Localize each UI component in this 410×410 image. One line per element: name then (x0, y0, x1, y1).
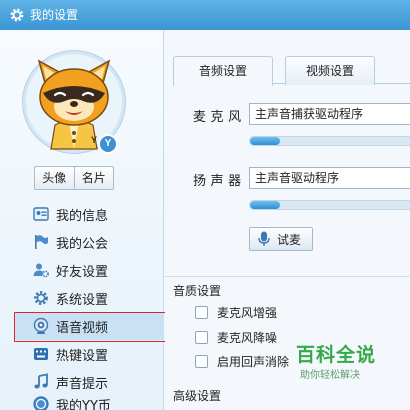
advanced-settings-title: 高级设置 (173, 389, 222, 403)
coin-icon (33, 396, 49, 410)
speaker-device-select[interactable]: 主声音驱动程序 (249, 167, 410, 189)
title-bar: 我的设置 (0, 0, 410, 30)
speaker-level-fill (250, 201, 281, 209)
microphone-level-meter (249, 136, 410, 146)
sidebar-item-my-info[interactable]: 我的信息 (14, 200, 164, 228)
tab-video-settings[interactable]: 视频设置 (285, 56, 375, 85)
change-avatar-button[interactable]: 头像 (35, 167, 74, 189)
echo-cancellation-option[interactable]: 启用回声消除 (195, 353, 289, 369)
noise-reduction-label: 麦克风降噪 (217, 330, 278, 345)
microphone-device-select[interactable]: 主声音捕获驱动程序 (249, 103, 410, 125)
settings-nav: 我的信息 我的公会 好友设置 系统设置 语音视频 热键设置 声音提示 我的YY币 (0, 200, 166, 410)
sidebar-item-label: 声音提示 (56, 376, 109, 392)
echo-cancellation-label: 启用回声消除 (217, 354, 290, 369)
sidebar-item-label: 热键设置 (56, 348, 109, 364)
test-microphone-button[interactable]: 试麦 (249, 227, 313, 251)
gear-icon (34, 291, 48, 305)
sidebar-item-hotkey-settings[interactable]: 热键设置 (14, 340, 164, 368)
id-card-icon (33, 207, 49, 221)
window-title: 我的设置 (30, 8, 79, 22)
svg-text:Y: Y (91, 135, 97, 145)
sidebar-item-label: 系统设置 (56, 292, 109, 308)
noise-reduction-option[interactable]: 麦克风降噪 (195, 329, 277, 345)
sidebar-item-sound-alerts[interactable]: 声音提示 (14, 368, 164, 396)
section-divider (165, 276, 410, 277)
webcam-icon (33, 317, 49, 334)
left-sidebar: Y Y 头像 名片 我的信息 我的公会 好友设置 系统设置 语音视频 热键设置 … (0, 30, 166, 410)
microphone-level-fill (250, 137, 281, 145)
sidebar-item-label: 我的公会 (56, 236, 109, 252)
speaker-label: 扬声器 (193, 174, 246, 189)
sidebar-item-system-settings[interactable]: 系统设置 (14, 284, 164, 312)
avatar-badge: Y (98, 134, 118, 154)
watermark-sub-text: 助你轻松解决 (300, 370, 360, 381)
mic-boost-option[interactable]: 麦克风增强 (195, 304, 277, 320)
user-gear-icon (33, 263, 49, 278)
speaker-level-meter (249, 200, 410, 210)
sidebar-item-voice-video[interactable]: 语音视频 (14, 312, 166, 342)
sidebar-item-my-guild[interactable]: 我的公会 (14, 228, 164, 256)
mic-boost-label: 麦克风增强 (217, 305, 278, 320)
music-note-icon (34, 373, 48, 389)
noise-reduction-checkbox[interactable] (195, 330, 208, 344)
sidebar-item-label: 我的YY币 (56, 398, 111, 410)
flag-icon (35, 235, 48, 249)
audio-settings-panel: 麦克风 主声音捕获驱动程序 扬声器 主声音驱动程序 试麦 (165, 86, 410, 286)
echo-cancellation-checkbox[interactable] (195, 354, 208, 368)
keyboard-icon (34, 348, 48, 360)
sidebar-item-label: 好友设置 (56, 264, 109, 280)
test-microphone-label: 试麦 (277, 232, 302, 247)
mic-boost-checkbox[interactable] (195, 305, 208, 319)
gear-icon (10, 8, 24, 22)
sidebar-item-label: 语音视频 (56, 320, 109, 336)
tab-audio-settings[interactable]: 音频设置 (173, 56, 273, 86)
business-card-button[interactable]: 名片 (73, 167, 114, 189)
sidebar-item-friend-settings[interactable]: 好友设置 (14, 256, 164, 284)
tab-bar: 音频设置 视频设置 (173, 54, 410, 86)
avatar-button-group: 头像 名片 (34, 166, 114, 190)
audio-quality-title: 音质设置 (173, 284, 222, 298)
microphone-label: 麦克风 (193, 110, 246, 125)
microphone-icon (258, 231, 270, 246)
watermark-main-text: 百科全说 (296, 344, 377, 366)
sidebar-item-my-yy-coins[interactable]: 我的YY币 (14, 396, 164, 410)
sidebar-item-label: 我的信息 (56, 208, 109, 224)
watermark: 百科全说 助你轻松解决 (286, 340, 410, 386)
